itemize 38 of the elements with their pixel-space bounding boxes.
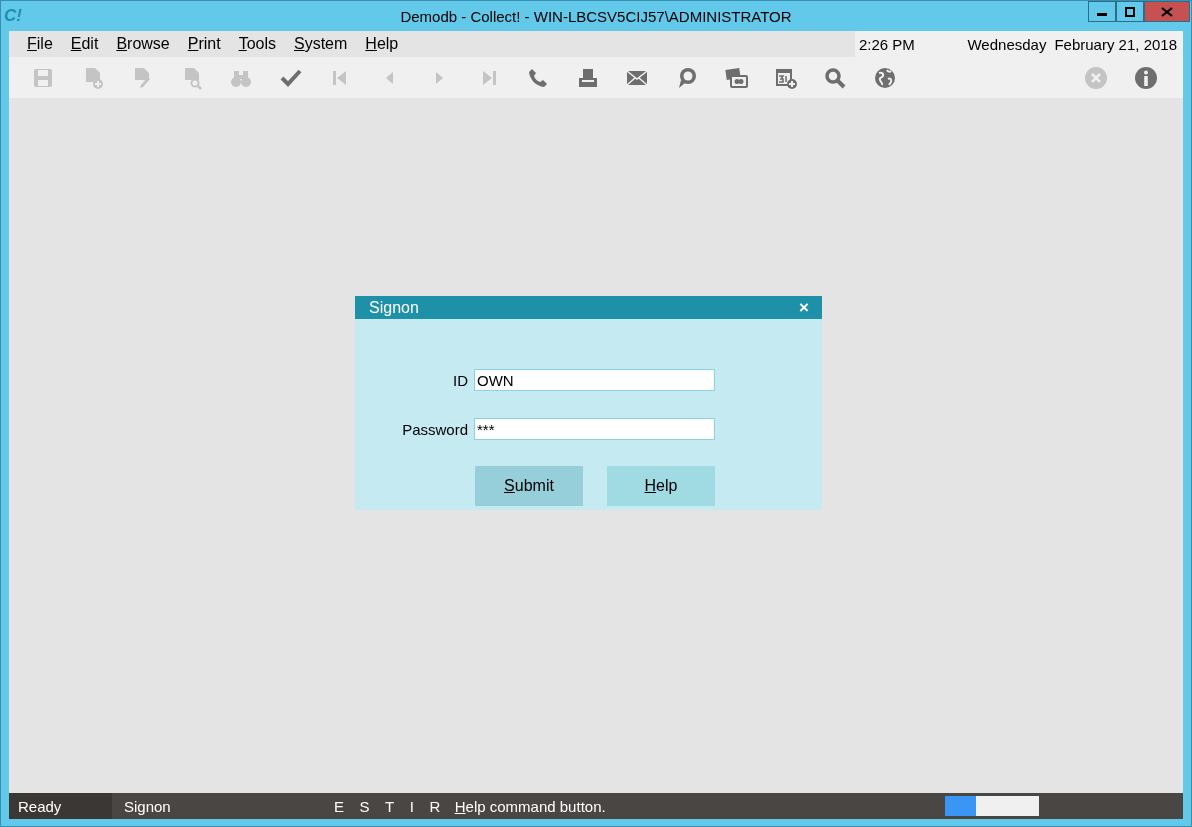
window-title: Demodb - Collect! - WIN-LBCSV5CIJ57\ADMINISTRATOR — [400, 7, 792, 25]
search-icon[interactable] — [823, 65, 847, 90]
menu-item[interactable]: System — [285, 35, 357, 53]
globe-icon[interactable] — [872, 65, 897, 90]
input-field[interactable]: OWN — [474, 369, 715, 391]
status-state: Ready — [18, 797, 62, 815]
menu-item[interactable]: Tools — [229, 35, 285, 53]
payment-cards-icon[interactable] — [724, 65, 748, 90]
input-field[interactable]: *** — [474, 418, 715, 440]
minimize-button[interactable] — [1088, 1, 1116, 22]
status-form: Signon — [124, 797, 172, 815]
status-letter: I — [409, 797, 414, 815]
status-message: Help command button. — [454, 797, 606, 815]
app-logo: C! — [4, 6, 22, 26]
status-letter: S — [359, 797, 370, 815]
dialog-button[interactable]: Submit — [475, 466, 583, 506]
menu-item[interactable]: File — [18, 35, 62, 53]
field-label: ID — [452, 371, 469, 389]
info-icon[interactable] — [1133, 65, 1158, 90]
maximize-icon — [1125, 6, 1135, 17]
dialog-title: Signon — [369, 298, 419, 317]
clock-time: 2:26 PM — [858, 35, 916, 53]
minimize-icon — [1097, 13, 1107, 16]
status-letter: E — [334, 797, 344, 815]
field-label: Password — [401, 420, 469, 438]
menu-item[interactable]: Help — [356, 35, 408, 53]
dialog-button[interactable]: Help — [607, 466, 715, 506]
dialog-close-button[interactable]: × — [799, 297, 809, 318]
menu-item[interactable]: Print — [178, 35, 230, 53]
maximize-button[interactable] — [1116, 1, 1144, 22]
clock-day: Wednesday — [967, 35, 1047, 53]
clock-date: February 21, 2018 — [1054, 35, 1177, 53]
menu-item[interactable]: Browse — [107, 35, 179, 53]
status-letter: T — [385, 797, 395, 815]
status-letter: R — [429, 797, 441, 815]
menu-item[interactable]: Edit — [61, 35, 108, 53]
close-icon — [1161, 6, 1173, 17]
close-button[interactable] — [1144, 1, 1190, 22]
